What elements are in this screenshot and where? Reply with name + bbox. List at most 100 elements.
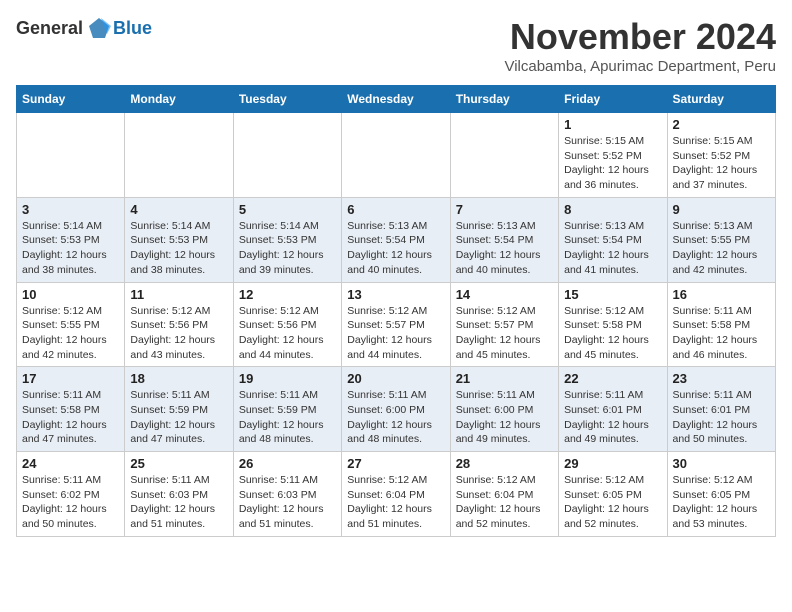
day-number: 29 — [564, 456, 661, 471]
day-info: Sunrise: 5:11 AM Sunset: 6:00 PM Dayligh… — [347, 388, 444, 447]
day-info: Sunrise: 5:11 AM Sunset: 6:00 PM Dayligh… — [456, 388, 553, 447]
calendar-cell: 15Sunrise: 5:12 AM Sunset: 5:58 PM Dayli… — [559, 282, 667, 367]
day-number: 3 — [22, 202, 119, 217]
day-number: 18 — [130, 371, 227, 386]
day-number: 17 — [22, 371, 119, 386]
calendar-cell: 13Sunrise: 5:12 AM Sunset: 5:57 PM Dayli… — [342, 282, 450, 367]
day-number: 6 — [347, 202, 444, 217]
day-info: Sunrise: 5:14 AM Sunset: 5:53 PM Dayligh… — [22, 219, 119, 278]
day-number: 21 — [456, 371, 553, 386]
calendar-cell — [450, 113, 558, 198]
calendar-cell: 18 Sunrise: 5:11 AM Sunset: 5:59 PM Dayli… — [125, 367, 233, 452]
calendar-cell: 5Sunrise: 5:14 AM Sunset: 5:53 PM Daylig… — [233, 197, 341, 282]
logo-icon — [87, 16, 111, 40]
day-info: Sunrise: 5:11 AM Sunset: 5:59 PM Dayligh… — [130, 388, 227, 447]
day-info: Sunrise: 5:12 AM Sunset: 5:58 PM Dayligh… — [564, 304, 661, 363]
weekday-header-sunday: Sunday — [17, 86, 125, 113]
day-info: Sunrise: 5:13 AM Sunset: 5:54 PM Dayligh… — [456, 219, 553, 278]
day-number: 14 — [456, 287, 553, 302]
calendar-cell: 17 Sunrise: 5:11 AM Sunset: 5:58 PM Dayli… — [17, 367, 125, 452]
day-info: Sunrise: 5:12 AM Sunset: 5:56 PM Dayligh… — [239, 304, 336, 363]
day-info: Sunrise: 5:12 AM Sunset: 5:56 PM Dayligh… — [130, 304, 227, 363]
calendar-cell: 22 Sunrise: 5:11 AM Sunset: 6:01 PM Dayli… — [559, 367, 667, 452]
day-number: 8 — [564, 202, 661, 217]
day-number: 10 — [22, 287, 119, 302]
day-info: Sunrise: 5:12 AM Sunset: 6:04 PM Dayligh… — [456, 473, 553, 532]
day-number: 23 — [673, 371, 770, 386]
logo-general: General — [16, 18, 83, 39]
day-number: 13 — [347, 287, 444, 302]
calendar-cell: 24 Sunrise: 5:11 AM Sunset: 6:02 PM Dayli… — [17, 452, 125, 537]
calendar-week-row: 1 Sunrise: 5:15 AM Sunset: 5:52 PM Daylig… — [17, 113, 776, 198]
day-number: 16 — [673, 287, 770, 302]
day-number: 22 — [564, 371, 661, 386]
day-number: 25 — [130, 456, 227, 471]
calendar-cell: 12 Sunrise: 5:12 AM Sunset: 5:56 PM Dayli… — [233, 282, 341, 367]
day-info: Sunrise: 5:13 AM Sunset: 5:55 PM Dayligh… — [673, 219, 770, 278]
logo-blue: Blue — [113, 18, 152, 39]
day-info: Sunrise: 5:13 AM Sunset: 5:54 PM Dayligh… — [347, 219, 444, 278]
calendar-cell: 9 Sunrise: 5:13 AM Sunset: 5:55 PM Daylig… — [667, 197, 775, 282]
day-info: Sunrise: 5:12 AM Sunset: 6:04 PM Dayligh… — [347, 473, 444, 532]
day-info: Sunrise: 5:11 AM Sunset: 6:03 PM Dayligh… — [239, 473, 336, 532]
title-area: November 2024 Vilcabamba, Apurimac Depar… — [504, 16, 776, 75]
calendar-cell: 6 Sunrise: 5:13 AM Sunset: 5:54 PM Daylig… — [342, 197, 450, 282]
calendar-cell: 11 Sunrise: 5:12 AM Sunset: 5:56 PM Dayli… — [125, 282, 233, 367]
day-info: Sunrise: 5:11 AM Sunset: 6:03 PM Dayligh… — [130, 473, 227, 532]
calendar-cell — [233, 113, 341, 198]
day-info: Sunrise: 5:15 AM Sunset: 5:52 PM Dayligh… — [564, 134, 661, 193]
calendar-cell: 25 Sunrise: 5:11 AM Sunset: 6:03 PM Dayli… — [125, 452, 233, 537]
day-info: Sunrise: 5:11 AM Sunset: 6:01 PM Dayligh… — [673, 388, 770, 447]
day-number: 4 — [130, 202, 227, 217]
calendar-week-row: 10Sunrise: 5:12 AM Sunset: 5:55 PM Dayli… — [17, 282, 776, 367]
calendar-cell: 2 Sunrise: 5:15 AM Sunset: 5:52 PM Daylig… — [667, 113, 775, 198]
calendar-week-row: 17 Sunrise: 5:11 AM Sunset: 5:58 PM Dayli… — [17, 367, 776, 452]
weekday-header-monday: Monday — [125, 86, 233, 113]
calendar-cell — [125, 113, 233, 198]
calendar-cell: 20 Sunrise: 5:11 AM Sunset: 6:00 PM Dayli… — [342, 367, 450, 452]
weekday-header-saturday: Saturday — [667, 86, 775, 113]
day-number: 1 — [564, 117, 661, 132]
calendar-cell: 26 Sunrise: 5:11 AM Sunset: 6:03 PM Dayli… — [233, 452, 341, 537]
weekday-header-tuesday: Tuesday — [233, 86, 341, 113]
calendar-cell: 27 Sunrise: 5:12 AM Sunset: 6:04 PM Dayli… — [342, 452, 450, 537]
day-number: 27 — [347, 456, 444, 471]
day-number: 20 — [347, 371, 444, 386]
day-info: Sunrise: 5:13 AM Sunset: 5:54 PM Dayligh… — [564, 219, 661, 278]
calendar-cell: 14Sunrise: 5:12 AM Sunset: 5:57 PM Dayli… — [450, 282, 558, 367]
day-info: Sunrise: 5:11 AM Sunset: 6:02 PM Dayligh… — [22, 473, 119, 532]
day-info: Sunrise: 5:11 AM Sunset: 5:58 PM Dayligh… — [22, 388, 119, 447]
day-number: 11 — [130, 287, 227, 302]
calendar-cell — [17, 113, 125, 198]
day-number: 12 — [239, 287, 336, 302]
page-header: General Blue November 2024 Vilcabamba, A… — [16, 16, 776, 75]
day-number: 7 — [456, 202, 553, 217]
day-info: Sunrise: 5:15 AM Sunset: 5:52 PM Dayligh… — [673, 134, 770, 193]
day-info: Sunrise: 5:11 AM Sunset: 6:01 PM Dayligh… — [564, 388, 661, 447]
day-number: 26 — [239, 456, 336, 471]
day-number: 24 — [22, 456, 119, 471]
calendar-cell: 3 Sunrise: 5:14 AM Sunset: 5:53 PM Daylig… — [17, 197, 125, 282]
calendar-cell: 8 Sunrise: 5:13 AM Sunset: 5:54 PM Daylig… — [559, 197, 667, 282]
day-number: 9 — [673, 202, 770, 217]
calendar-cell — [342, 113, 450, 198]
day-info: Sunrise: 5:14 AM Sunset: 5:53 PM Dayligh… — [239, 219, 336, 278]
day-info: Sunrise: 5:12 AM Sunset: 6:05 PM Dayligh… — [673, 473, 770, 532]
calendar-cell: 10Sunrise: 5:12 AM Sunset: 5:55 PM Dayli… — [17, 282, 125, 367]
logo-area: General Blue — [16, 16, 152, 40]
calendar-cell: 28Sunrise: 5:12 AM Sunset: 6:04 PM Dayli… — [450, 452, 558, 537]
day-number: 2 — [673, 117, 770, 132]
month-title: November 2024 — [504, 16, 776, 58]
day-number: 30 — [673, 456, 770, 471]
day-number: 19 — [239, 371, 336, 386]
weekday-header-thursday: Thursday — [450, 86, 558, 113]
calendar-cell: 4Sunrise: 5:14 AM Sunset: 5:53 PM Daylig… — [125, 197, 233, 282]
calendar-cell: 29Sunrise: 5:12 AM Sunset: 6:05 PM Dayli… — [559, 452, 667, 537]
weekday-header-row: SundayMondayTuesdayWednesdayThursdayFrid… — [17, 86, 776, 113]
calendar-cell: 23 Sunrise: 5:11 AM Sunset: 6:01 PM Dayli… — [667, 367, 775, 452]
calendar-cell: 19 Sunrise: 5:11 AM Sunset: 5:59 PM Dayli… — [233, 367, 341, 452]
location-subtitle: Vilcabamba, Apurimac Department, Peru — [504, 58, 776, 75]
calendar-cell: 7 Sunrise: 5:13 AM Sunset: 5:54 PM Daylig… — [450, 197, 558, 282]
calendar-week-row: 24 Sunrise: 5:11 AM Sunset: 6:02 PM Dayli… — [17, 452, 776, 537]
day-info: Sunrise: 5:11 AM Sunset: 5:59 PM Dayligh… — [239, 388, 336, 447]
